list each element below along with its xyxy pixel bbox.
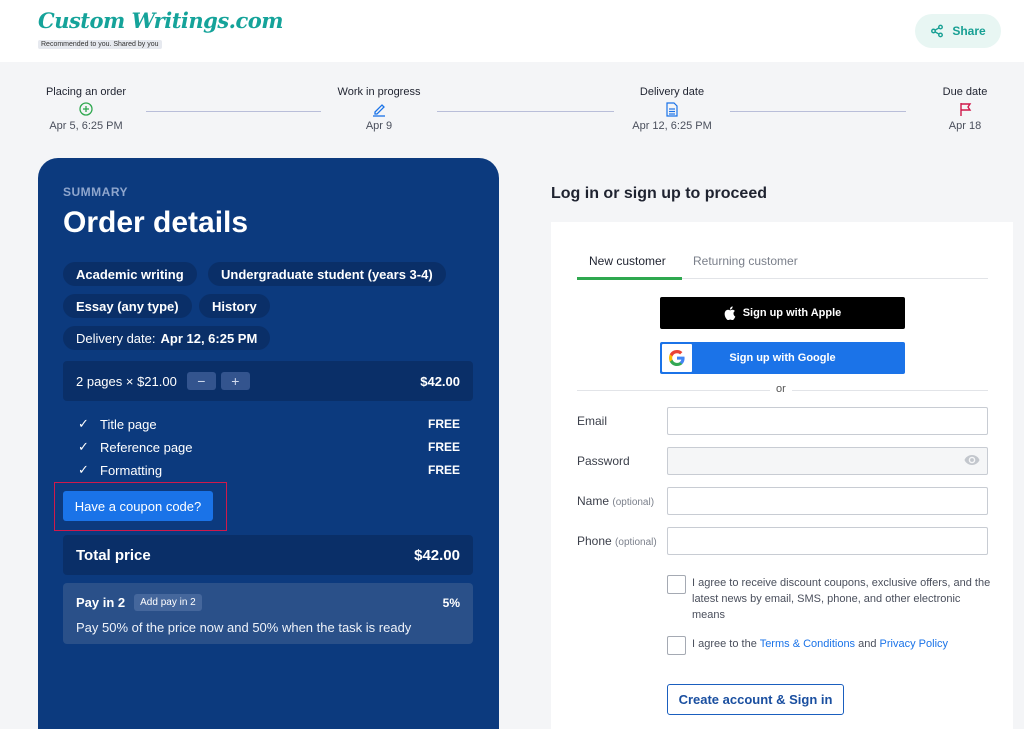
name-label: Name (optional) [577, 494, 654, 508]
auth-card: New customer Returning customer Sign up … [551, 222, 1013, 729]
terms-link[interactable]: Terms & Conditions [760, 638, 855, 650]
google-icon [662, 344, 692, 372]
step-title: Due date [942, 86, 988, 98]
step-title: Work in progress [337, 86, 421, 98]
terms-checkbox[interactable] [667, 636, 686, 655]
email-label: Email [577, 414, 608, 428]
feature-title-page: ✓ Title page FREE [78, 416, 460, 432]
chip-academic: Academic writing [63, 262, 197, 286]
increase-pages-button[interactable]: + [220, 372, 250, 390]
order-details-title: Order details [63, 206, 249, 239]
timeline-step-due: Due date Apr 18 [920, 86, 1010, 132]
summary-label: SUMMARY [63, 185, 129, 199]
sign-up-google-button[interactable]: Sign up with Google [660, 342, 905, 374]
feature-price: FREE [427, 417, 460, 431]
pages-label: 2 pages × $21.00 [76, 373, 177, 389]
feature-price: FREE [427, 440, 460, 454]
auth-title: Log in or sign up to proceed [551, 185, 767, 202]
pages-price: $42.00 [420, 373, 460, 389]
feature-reference-page: ✓ Reference page FREE [78, 439, 460, 455]
document-icon [622, 100, 722, 118]
total-label: Total price [76, 546, 151, 564]
order-timeline: Placing an order Apr 5, 6:25 PM Work in … [0, 62, 1024, 152]
check-icon: ✓ [78, 439, 89, 454]
top-header: Custom Writings.com Recommended to you. … [0, 0, 1024, 62]
delivery-label: Delivery date: [76, 330, 156, 346]
google-label: Sign up with Google [729, 352, 836, 364]
and-text: and [858, 638, 877, 650]
pay-in-2-card: Pay in 2 Add pay in 2 5% Pay 50% of the … [63, 583, 473, 644]
password-label: Password [577, 454, 630, 468]
logo-text: Custom Writings.com [38, 8, 284, 33]
chip-level: Undergraduate student (years 3-4) [208, 262, 446, 286]
step-date: Apr 18 [948, 120, 982, 132]
sign-up-apple-button[interactable]: Sign up with Apple [660, 297, 905, 329]
feature-label: Formatting [100, 462, 163, 478]
chip-type: Essay (any type) [63, 294, 192, 318]
apple-icon [724, 306, 736, 320]
timeline-step-delivery: Delivery date Apr 12, 6:25 PM [622, 86, 722, 132]
payin-percent: 5% [442, 595, 460, 610]
email-field[interactable] [667, 407, 988, 435]
eye-icon[interactable] [964, 454, 980, 466]
name-optional: (optional) [612, 497, 655, 508]
timeline-connector [730, 111, 906, 112]
delivery-value: Apr 12, 6:25 PM [160, 330, 258, 346]
password-field[interactable] [667, 447, 988, 475]
privacy-link[interactable]: Privacy Policy [880, 638, 948, 650]
name-label-text: Name [577, 494, 610, 508]
feature-price: FREE [427, 463, 460, 477]
share-button[interactable]: Share [915, 14, 1001, 48]
timeline-step-placing: Placing an order Apr 5, 6:25 PM [38, 86, 134, 132]
tab-new-customer[interactable]: New customer [589, 254, 666, 268]
phone-label-text: Phone [577, 534, 612, 548]
flag-icon [920, 100, 1010, 118]
feature-label: Title page [100, 416, 157, 432]
offers-consent-text: I agree to receive discount coupons, exc… [692, 577, 991, 621]
share-icon [931, 24, 944, 38]
check-icon: ✓ [78, 416, 89, 431]
step-title: Delivery date [639, 86, 705, 98]
payin-title: Pay in 2 [76, 595, 126, 610]
pencil-icon [329, 100, 429, 118]
step-date: Apr 9 [365, 120, 393, 132]
timeline-connector [146, 111, 321, 112]
chip-delivery: Delivery date: Apr 12, 6:25 PM [63, 326, 271, 350]
plus-circle-icon [38, 100, 134, 118]
tab-active-indicator [577, 277, 682, 280]
check-icon: ✓ [78, 462, 89, 477]
share-label: Share [952, 24, 986, 38]
tab-returning-customer[interactable]: Returning customer [693, 254, 798, 268]
order-summary-panel: SUMMARY Order details Academic writing U… [38, 158, 499, 729]
decrease-pages-button[interactable]: − [186, 372, 216, 390]
create-account-button[interactable]: Create account & Sign in [667, 684, 844, 715]
phone-field[interactable] [667, 527, 988, 555]
feature-label: Reference page [100, 439, 193, 455]
apple-label: Sign up with Apple [742, 307, 842, 319]
terms-prefix: I agree to the [692, 638, 757, 650]
coupon-code-button[interactable]: Have a coupon code? [63, 491, 213, 521]
payin-description: Pay 50% of the price now and 50% when th… [76, 620, 412, 635]
offers-checkbox[interactable] [667, 575, 686, 594]
chip-subject: History [199, 294, 270, 318]
name-field[interactable] [667, 487, 988, 515]
step-date: Apr 12, 6:25 PM [632, 120, 712, 132]
add-pay-in-2-button[interactable]: Add pay in 2 [134, 594, 202, 611]
timeline-step-progress: Work in progress Apr 9 [329, 86, 429, 132]
or-text: or [770, 383, 792, 395]
phone-label: Phone (optional) [577, 534, 657, 548]
step-title: Placing an order [45, 86, 127, 98]
site-logo[interactable]: Custom Writings.com Recommended to you. … [38, 8, 284, 51]
terms-consent-text: I agree to the Terms & Conditions and Pr… [692, 636, 992, 652]
pages-row: 2 pages × $21.00 − + $42.00 [63, 361, 473, 401]
step-date: Apr 5, 6:25 PM [49, 120, 123, 132]
feature-formatting: ✓ Formatting FREE [78, 462, 460, 478]
logo-tagline: Recommended to you. Shared by you [38, 40, 162, 49]
phone-optional: (optional) [615, 537, 657, 548]
timeline-connector [437, 111, 614, 112]
total-price-row: Total price $42.00 [63, 535, 473, 575]
total-value: $42.00 [414, 546, 460, 564]
